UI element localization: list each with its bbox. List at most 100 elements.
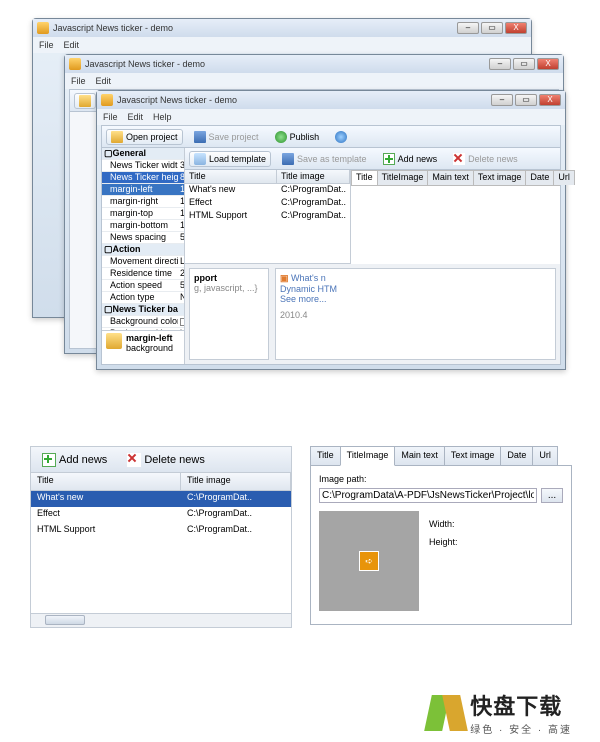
property-help: margin-left background xyxy=(102,330,184,364)
property-row[interactable]: margin-bottom1 xyxy=(102,220,184,232)
tab-url[interactable]: Url xyxy=(532,446,558,466)
open-project-button[interactable] xyxy=(74,93,96,109)
property-grid[interactable]: ▢GeneralNews Ticker width300News Ticker … xyxy=(102,148,185,364)
tab-url[interactable]: Url xyxy=(553,170,575,185)
load-template-button[interactable]: Load template xyxy=(189,151,271,167)
close-button[interactable]: X xyxy=(539,94,561,106)
list-item[interactable]: EffectC:\ProgramDat.. xyxy=(31,507,291,523)
minimize-button[interactable]: – xyxy=(457,22,479,34)
menu-edit[interactable]: Edit xyxy=(128,112,144,122)
menu-file[interactable]: File xyxy=(103,112,118,122)
tab-title[interactable]: Title xyxy=(351,170,378,185)
property-row[interactable]: Action speed5 xyxy=(102,280,184,292)
save-project-button[interactable]: Save project xyxy=(189,129,264,145)
property-row[interactable]: Movement directionLeft xyxy=(102,256,184,268)
property-row[interactable]: margin-right1 xyxy=(102,196,184,208)
folder-icon xyxy=(79,95,91,107)
property-row[interactable]: Action typeNormal xyxy=(102,292,184,304)
delete-news-button[interactable]: Delete news xyxy=(448,151,523,167)
property-group[interactable]: ▢News Ticker background xyxy=(102,304,184,316)
detail-tabs: TitleTitleImageMain textText imageDateUr… xyxy=(310,446,572,466)
browse-button[interactable]: ... xyxy=(541,488,563,503)
minimize-button[interactable]: – xyxy=(489,58,511,70)
tab-titleimage[interactable]: TitleImage xyxy=(377,170,429,185)
help-button[interactable] xyxy=(330,129,352,145)
property-row[interactable]: Residence time2000 xyxy=(102,268,184,280)
horizontal-scrollbar[interactable] xyxy=(31,613,291,627)
tab-main-text[interactable]: Main text xyxy=(394,446,445,466)
app-icon xyxy=(37,22,49,34)
brand-tagline: 绿色 · 安全 · 高速 xyxy=(470,721,572,736)
property-help-text: background xyxy=(126,343,173,353)
news-list[interactable]: Title Title image What's newC:\ProgramDa… xyxy=(185,170,350,264)
list-item[interactable]: EffectC:\ProgramDat.. xyxy=(185,197,350,210)
property-row[interactable]: margin-top1 xyxy=(102,208,184,220)
window-title: Javascript News ticker - demo xyxy=(53,23,457,33)
tab-text-image[interactable]: Text image xyxy=(444,446,502,466)
list-item[interactable]: HTML SupportC:\ProgramDat.. xyxy=(31,523,291,539)
tab-title[interactable]: Title xyxy=(310,446,341,466)
menubar: File Edit xyxy=(65,73,563,89)
toolbar-main: Open project Save project Publish xyxy=(102,126,560,148)
arrow-icon: ➪ xyxy=(359,551,379,571)
minimize-button[interactable]: – xyxy=(491,94,513,106)
delete-icon xyxy=(127,453,141,467)
property-row[interactable]: margin-left1 xyxy=(102,184,184,196)
titlebar[interactable]: Javascript News ticker - demo – ▭ X xyxy=(33,19,531,37)
window-title: Javascript News ticker - demo xyxy=(85,59,489,69)
menubar: File Edit Help xyxy=(97,109,565,125)
tab-date[interactable]: Date xyxy=(525,170,554,185)
col-title[interactable]: Title xyxy=(185,170,277,183)
list-item[interactable]: What's newC:\ProgramDat.. xyxy=(185,184,350,197)
app-icon xyxy=(101,94,113,106)
help-icon xyxy=(335,131,347,143)
maximize-button[interactable]: ▭ xyxy=(515,94,537,106)
window-front: Javascript News ticker - demo – ▭ X File… xyxy=(96,90,566,370)
col-image[interactable]: Title image xyxy=(277,170,350,183)
image-path-label: Image path: xyxy=(319,474,563,484)
property-row[interactable]: Background color#FFFFFF xyxy=(102,316,184,328)
property-row[interactable]: News spacing5 xyxy=(102,232,184,244)
col-title[interactable]: Title xyxy=(31,473,181,490)
titlebar[interactable]: Javascript News ticker - demo – ▭ X xyxy=(97,91,565,109)
plus-icon xyxy=(42,453,56,467)
property-group[interactable]: ▢Action xyxy=(102,244,184,256)
list-item[interactable]: What's newC:\ProgramDat.. xyxy=(31,491,291,507)
menubar: File Edit xyxy=(33,37,531,53)
tab-titleimage[interactable]: TitleImage xyxy=(340,446,396,466)
publish-button[interactable]: Publish xyxy=(270,129,325,145)
property-group[interactable]: ▢General xyxy=(102,148,184,160)
height-label: Height: xyxy=(429,537,458,547)
delete-news-button[interactable]: Delete news xyxy=(122,451,210,469)
bottom-news-list[interactable]: Title Title image What's newC:\ProgramDa… xyxy=(31,473,291,613)
menu-file[interactable]: File xyxy=(39,40,54,50)
close-button[interactable]: X xyxy=(505,22,527,34)
property-help-icon xyxy=(106,333,122,349)
maximize-button[interactable]: ▭ xyxy=(513,58,535,70)
image-path-input[interactable] xyxy=(319,488,537,503)
maximize-button[interactable]: ▭ xyxy=(481,22,503,34)
image-thumbnail: ➪ xyxy=(319,511,419,611)
save-template-button[interactable]: Save as template xyxy=(277,151,372,167)
list-item[interactable]: HTML SupportC:\ProgramDat.. xyxy=(185,210,350,223)
property-row[interactable]: News Ticker width300 xyxy=(102,160,184,172)
tab-date[interactable]: Date xyxy=(500,446,533,466)
open-project-button[interactable]: Open project xyxy=(106,129,183,145)
col-image[interactable]: Title image xyxy=(181,473,291,490)
template-icon xyxy=(194,153,206,165)
menu-help[interactable]: Help xyxy=(153,112,172,122)
tab-text-image[interactable]: Text image xyxy=(473,170,527,185)
detail-panel xyxy=(351,186,560,264)
save-icon xyxy=(282,153,294,165)
close-button[interactable]: X xyxy=(537,58,559,70)
property-row[interactable]: News Ticker height85 xyxy=(102,172,184,184)
tab-main-text[interactable]: Main text xyxy=(427,170,474,185)
add-news-button[interactable]: Add news xyxy=(37,451,112,469)
menu-file[interactable]: File xyxy=(71,76,86,86)
scrollbar-thumb[interactable] xyxy=(45,615,85,625)
folder-icon xyxy=(111,131,123,143)
titlebar[interactable]: Javascript News ticker - demo – ▭ X xyxy=(65,55,563,73)
menu-edit[interactable]: Edit xyxy=(96,76,112,86)
add-news-button[interactable]: Add news xyxy=(378,151,443,167)
menu-edit[interactable]: Edit xyxy=(64,40,80,50)
